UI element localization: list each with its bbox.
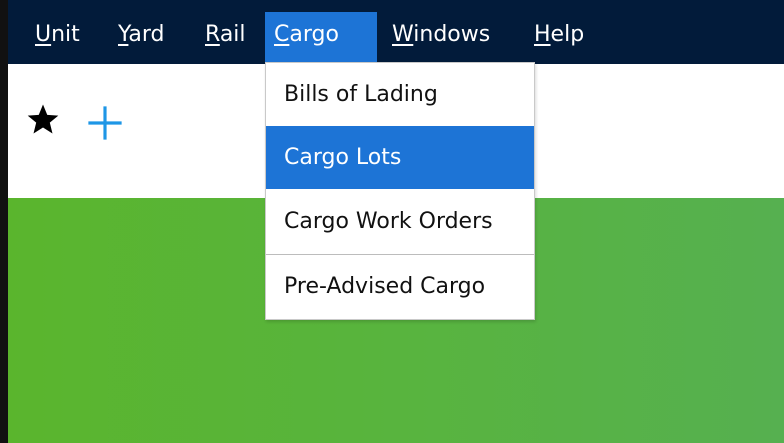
- menu-rail-mnemonic: R: [205, 22, 220, 47]
- menu-item-bills-of-lading[interactable]: Bills of Lading: [266, 63, 534, 126]
- menu-windows-label: indows: [413, 22, 491, 47]
- menu-item-pre-advised-cargo[interactable]: Pre-Advised Cargo: [266, 255, 534, 318]
- menu-help-label: elp: [550, 22, 585, 47]
- menu-cargo-label: argo: [289, 22, 339, 47]
- menu-item-cargo-work-orders[interactable]: Cargo Work Orders: [266, 190, 534, 253]
- menu-help[interactable]: Help: [525, 12, 593, 64]
- menu-unit-mnemonic: U: [35, 22, 52, 47]
- cargo-menu-dropdown: Bills of Lading Cargo Lots Cargo Work Or…: [265, 62, 535, 320]
- menu-yard-label: ard: [128, 22, 165, 47]
- menu-item-label: Cargo Work Orders: [284, 209, 493, 234]
- menu-unit[interactable]: Unit: [26, 12, 89, 64]
- menu-windows[interactable]: Windows: [383, 12, 499, 64]
- menu-item-label: Bills of Lading: [284, 82, 438, 107]
- menu-rail-label: ail: [219, 22, 246, 47]
- menu-item-label: Cargo Lots: [284, 145, 402, 170]
- menu-yard-mnemonic: Y: [118, 22, 129, 47]
- menu-unit-label: nit: [51, 22, 80, 47]
- menu-cargo[interactable]: Cargo: [265, 12, 377, 64]
- menu-help-mnemonic: H: [534, 22, 551, 47]
- star-icon[interactable]: [26, 102, 60, 136]
- menu-yard[interactable]: Yard: [109, 12, 174, 64]
- plus-icon[interactable]: [86, 104, 124, 142]
- menu-item-label: Pre-Advised Cargo: [284, 274, 486, 299]
- menu-windows-mnemonic: W: [392, 22, 414, 47]
- menu-bar: Unit Yard Rail Cargo Windows Help: [8, 0, 784, 64]
- menu-cargo-mnemonic: C: [274, 22, 290, 47]
- menu-item-cargo-lots[interactable]: Cargo Lots: [266, 126, 534, 189]
- menu-rail[interactable]: Rail: [196, 12, 255, 64]
- app-window: Unit Yard Rail Cargo Windows Help Bills …: [0, 0, 784, 443]
